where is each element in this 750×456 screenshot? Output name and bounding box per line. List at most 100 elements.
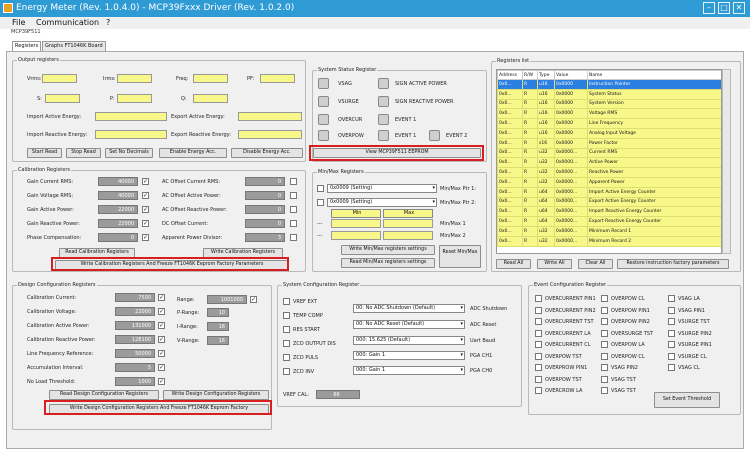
cell-name[interactable]: Line Frequency bbox=[587, 118, 721, 129]
event-checkbox[interactable] bbox=[601, 352, 608, 360]
cell-rw[interactable]: R bbox=[522, 108, 538, 120]
minmax2-checkbox[interactable] bbox=[317, 199, 324, 206]
range-value[interactable]: 1001000 bbox=[207, 295, 247, 304]
ac-offset-active-checkbox[interactable] bbox=[290, 192, 297, 199]
event-checkbox[interactable] bbox=[535, 341, 542, 348]
cell-name[interactable]: Instruction Pointer bbox=[587, 79, 721, 90]
minimize-button[interactable]: – bbox=[703, 2, 715, 14]
cal-reactive-checkbox[interactable]: ✓ bbox=[158, 336, 165, 343]
event-checkbox[interactable] bbox=[668, 329, 675, 337]
cell-address[interactable]: 0x0... bbox=[497, 108, 523, 120]
cell-rw[interactable]: R bbox=[522, 137, 538, 149]
event-checkbox[interactable] bbox=[601, 364, 608, 371]
cell-name[interactable]: Active Power bbox=[587, 157, 721, 169]
write-all-button[interactable]: Write All bbox=[537, 259, 572, 269]
cell-value[interactable]: 0x0000... bbox=[554, 157, 588, 169]
cell-value[interactable]: 0x0000... bbox=[554, 176, 588, 188]
cell-value[interactable]: 0x0000 bbox=[554, 137, 588, 149]
range-checkbox[interactable]: ✓ bbox=[250, 296, 257, 303]
pga-ch1-dropdown[interactable]: 000: Gain 1 ▾ bbox=[353, 351, 465, 360]
cell-name[interactable]: Minimum Record 1 bbox=[587, 225, 721, 237]
read-all-button[interactable]: Read All bbox=[496, 259, 531, 269]
pga-ch0-dropdown[interactable]: 000: Gain 1 ▾ bbox=[353, 366, 465, 375]
cell-value[interactable]: 0x0000... bbox=[554, 147, 588, 159]
cell-value[interactable]: 0x0000... bbox=[554, 225, 588, 237]
cell-rw[interactable]: R bbox=[522, 186, 538, 198]
register-row[interactable]: 0x0... Ru16 0x0000 Instruction Pointer bbox=[497, 79, 721, 90]
register-row[interactable]: 0x0... Ru16 0x0000 Voltage RMS bbox=[497, 108, 721, 120]
col-type[interactable]: Type bbox=[537, 70, 555, 80]
apparent-divisor-value[interactable]: 3 bbox=[245, 233, 285, 242]
cell-value[interactable]: 0x0000... bbox=[554, 235, 588, 247]
cell-name[interactable]: Import Active Energy Counter bbox=[587, 186, 721, 198]
minmax1-checkbox[interactable] bbox=[317, 185, 324, 192]
event-checkbox[interactable] bbox=[601, 306, 608, 314]
cal-current-checkbox[interactable]: ✓ bbox=[158, 294, 165, 301]
cell-address[interactable]: 0x0... bbox=[497, 235, 523, 247]
cell-rw[interactable]: R bbox=[522, 157, 538, 169]
event-checkbox[interactable] bbox=[668, 306, 675, 314]
cell-rw[interactable]: R bbox=[522, 196, 538, 208]
cell-address[interactable]: 0x0... bbox=[497, 137, 523, 149]
cell-name[interactable]: System Status bbox=[587, 88, 721, 100]
irange-value[interactable]: 16 bbox=[207, 322, 229, 331]
cell-rw[interactable]: R bbox=[522, 167, 538, 178]
cell-address[interactable]: 0x0... bbox=[497, 98, 523, 110]
gain-reactive-value[interactable]: 22000 bbox=[98, 219, 138, 228]
set-event-threshold-button[interactable]: Set Event Threshold bbox=[654, 392, 720, 408]
cell-address[interactable]: 0x0... bbox=[497, 79, 523, 90]
cell-value[interactable]: 0x0000... bbox=[554, 167, 588, 178]
event-checkbox[interactable] bbox=[535, 295, 542, 302]
stop-read-button[interactable]: Stop Read bbox=[66, 148, 101, 158]
event-checkbox[interactable] bbox=[601, 375, 608, 383]
gain-current-value[interactable]: 40000 bbox=[98, 177, 138, 186]
cell-type[interactable]: u32 bbox=[537, 167, 555, 178]
cell-value[interactable]: 0x0000... bbox=[554, 196, 588, 208]
register-row[interactable]: 0x0... Ru16 0x0000 System Version bbox=[497, 98, 721, 110]
register-row[interactable]: 0x0... Ru32 0x0000... Minimum Record 2 bbox=[497, 235, 721, 247]
register-row[interactable]: 0x0... Rs16 0x0000 Power Factor bbox=[497, 137, 721, 149]
event-checkbox[interactable] bbox=[601, 341, 608, 348]
gain-active-checkbox[interactable]: ✓ bbox=[142, 206, 149, 213]
write-minmax-button[interactable]: Write Min/Max registers settings bbox=[341, 245, 435, 255]
cell-value[interactable]: 0x0000... bbox=[554, 216, 588, 227]
zcd-inv-checkbox[interactable] bbox=[283, 368, 290, 375]
register-row[interactable]: 0x0... Ru64 0x0000... Import Reactive Energ… bbox=[497, 206, 721, 218]
event-checkbox[interactable] bbox=[601, 329, 608, 337]
cell-rw[interactable]: R bbox=[522, 176, 538, 188]
event-checkbox[interactable] bbox=[601, 318, 608, 325]
cell-value[interactable]: 0x0000 bbox=[554, 98, 588, 110]
cell-rw[interactable]: R bbox=[522, 118, 538, 129]
tab-graphs[interactable]: Graphs FT1046K Board bbox=[42, 41, 106, 51]
cell-name[interactable]: Reactive Power bbox=[587, 167, 721, 178]
cell-value[interactable]: 0x0000 bbox=[554, 79, 588, 90]
clear-all-button[interactable]: Clear All bbox=[578, 259, 613, 269]
cell-address[interactable]: 0x0... bbox=[497, 196, 523, 208]
cell-name[interactable]: Apparent Power bbox=[587, 176, 721, 188]
gain-voltage-checkbox[interactable]: ✓ bbox=[142, 192, 149, 199]
cal-active-value[interactable]: 131000 bbox=[115, 321, 155, 330]
cell-address[interactable]: 0x0... bbox=[497, 216, 523, 227]
cell-address[interactable]: 0x0... bbox=[497, 118, 523, 129]
event-checkbox[interactable] bbox=[601, 295, 608, 302]
cell-address[interactable]: 0x0... bbox=[497, 176, 523, 188]
read-minmax-button[interactable]: Read Min/Max registers settings bbox=[341, 258, 435, 268]
register-row[interactable]: 0x0... Ru32 0x0000... Active Power bbox=[497, 157, 721, 169]
cell-type[interactable]: u64 bbox=[537, 206, 555, 218]
cell-type[interactable]: u64 bbox=[537, 196, 555, 208]
col-rw[interactable]: R/W bbox=[522, 70, 538, 80]
set-no-decimals-button[interactable]: Set No Decimals bbox=[105, 148, 153, 158]
event-checkbox[interactable] bbox=[535, 375, 542, 383]
cell-type[interactable]: u32 bbox=[537, 147, 555, 159]
start-read-button[interactable]: Start Read bbox=[27, 148, 62, 158]
enable-energy-acc-button[interactable]: Enable Energy Acc. bbox=[159, 148, 227, 158]
uart-baud-dropdown[interactable]: 000: 15.625 (Default) ▾ bbox=[353, 336, 465, 345]
cell-type[interactable]: s16 bbox=[537, 137, 555, 149]
gain-voltage-value[interactable]: 40000 bbox=[98, 191, 138, 200]
event-checkbox[interactable] bbox=[668, 295, 675, 302]
cell-value[interactable]: 0x0000 bbox=[554, 88, 588, 100]
registers-table[interactable]: Address R/W Type Value Name 0x0... Ru16 0x… bbox=[497, 70, 721, 247]
disable-energy-acc-button[interactable]: Disable Energy Acc. bbox=[231, 148, 303, 158]
cell-rw[interactable]: R bbox=[522, 79, 538, 90]
event-checkbox[interactable] bbox=[668, 341, 675, 348]
